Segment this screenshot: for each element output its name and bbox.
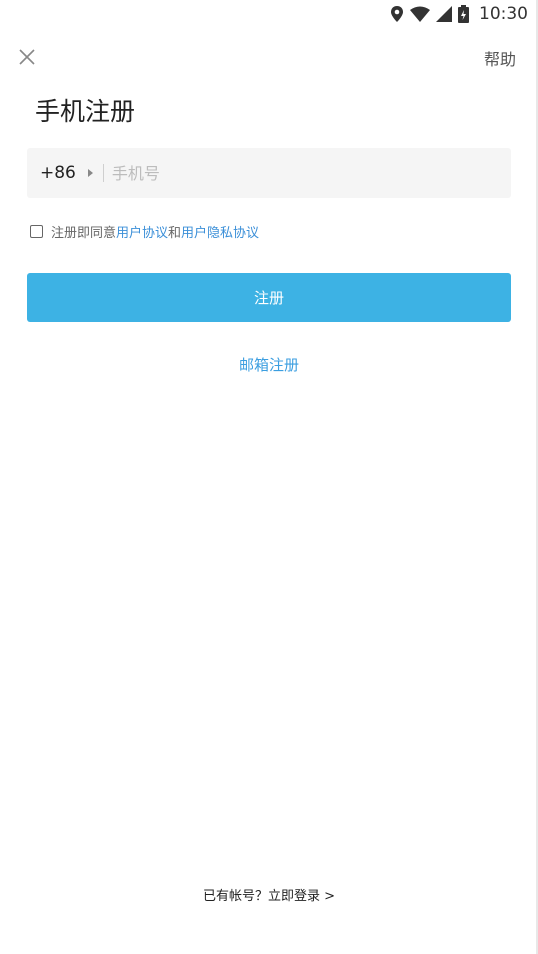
user-agreement-link[interactable]: 用户协议 — [116, 222, 168, 241]
country-code-label: +86 — [40, 163, 76, 183]
login-link[interactable]: 已有帐号？立即登录 > — [0, 885, 538, 904]
agreement-checkbox[interactable] — [30, 225, 43, 238]
agreement-row: 注册即同意 用户协议 和 用户隐私协议 — [30, 222, 259, 241]
country-code-selector[interactable]: +86 — [27, 148, 93, 198]
wifi-icon — [410, 6, 430, 22]
page-title: 手机注册 — [35, 97, 136, 126]
email-register-link[interactable]: 邮箱注册 — [0, 354, 538, 375]
close-icon[interactable] — [16, 46, 38, 68]
status-bar: 10:30 — [0, 0, 538, 28]
battery-icon — [458, 5, 469, 23]
agreement-and: 和 — [168, 226, 182, 241]
agreement-prefix: 注册即同意 — [51, 226, 117, 241]
divider — [102, 164, 104, 182]
phone-number-input[interactable] — [109, 147, 511, 199]
register-button[interactable]: 注册 — [27, 273, 511, 322]
privacy-agreement-link[interactable]: 用户隐私协议 — [181, 222, 259, 241]
status-time: 10:30 — [479, 4, 528, 24]
signal-icon — [436, 6, 452, 22]
caret-right-icon — [87, 169, 93, 177]
help-link[interactable]: 帮助 — [484, 46, 516, 70]
location-icon — [391, 6, 403, 22]
phone-input-row: +86 — [27, 147, 511, 199]
close-button[interactable] — [16, 46, 38, 68]
